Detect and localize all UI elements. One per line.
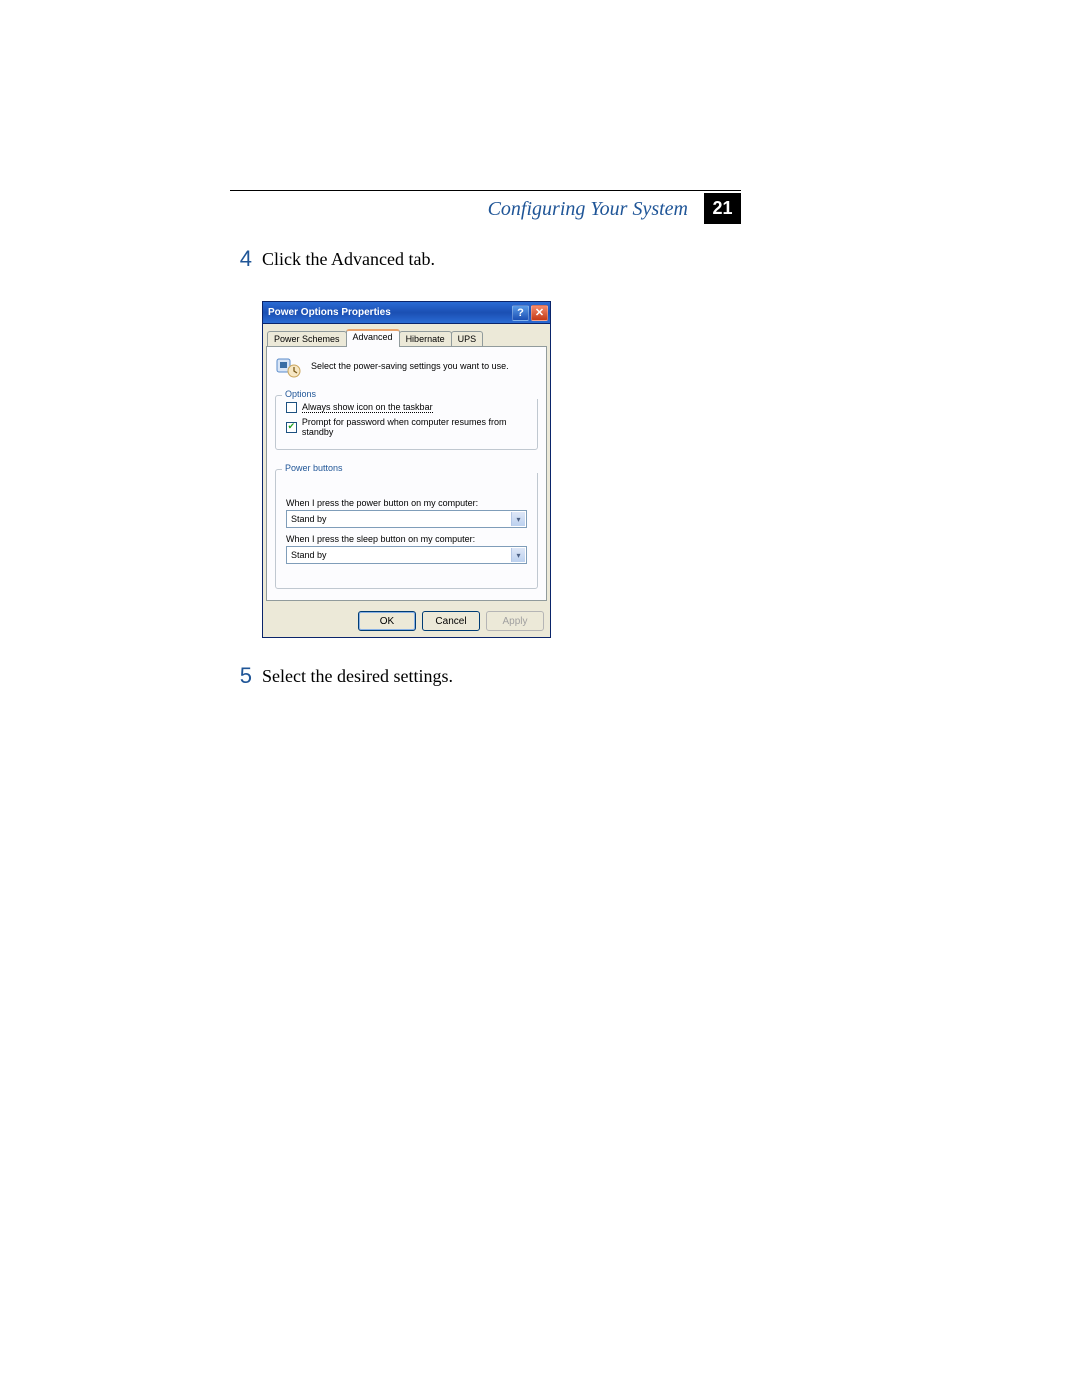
sleep-button-value: Stand by bbox=[287, 550, 327, 560]
power-options-dialog: Power Options Properties ? ✕ Power Schem… bbox=[262, 301, 551, 638]
header-title: Configuring Your System bbox=[488, 198, 688, 221]
help-button[interactable]: ? bbox=[512, 305, 529, 321]
power-icon bbox=[275, 355, 303, 379]
chevron-down-icon: ▾ bbox=[511, 548, 525, 562]
sleep-button-label: When I press the sleep button on my comp… bbox=[276, 534, 537, 544]
step-5: 5 Select the desired settings. bbox=[226, 663, 453, 689]
close-icon: ✕ bbox=[535, 306, 544, 319]
power-buttons-fieldset: Power buttons When I press the power but… bbox=[275, 469, 538, 589]
tab-row: Power Schemes Advanced Hibernate UPS bbox=[267, 329, 482, 347]
chevron-down-icon: ▾ bbox=[511, 512, 525, 526]
power-button-value: Stand by bbox=[287, 514, 327, 524]
tab-panel: Select the power-saving settings you wan… bbox=[266, 346, 547, 601]
step-5-text: Select the desired settings. bbox=[262, 666, 453, 687]
tab-hibernate[interactable]: Hibernate bbox=[399, 331, 452, 347]
dialog-title: Power Options Properties bbox=[268, 307, 510, 318]
password-checkbox[interactable] bbox=[286, 422, 297, 433]
tab-ups[interactable]: UPS bbox=[451, 331, 484, 347]
tab-power-schemes[interactable]: Power Schemes bbox=[267, 331, 347, 347]
step-4-number: 4 bbox=[226, 246, 252, 272]
sleep-button-select[interactable]: Stand by ▾ bbox=[286, 546, 527, 564]
power-buttons-legend: Power buttons bbox=[282, 463, 543, 473]
taskbar-label: Always show icon on the taskbar bbox=[302, 402, 433, 413]
step-4: 4 Click the Advanced tab. bbox=[226, 246, 435, 272]
cancel-button[interactable]: Cancel bbox=[422, 611, 480, 631]
options-legend: Options bbox=[282, 389, 543, 399]
titlebar[interactable]: Power Options Properties ? ✕ bbox=[263, 302, 550, 324]
page-number-badge: 21 bbox=[704, 193, 741, 224]
step-4-text: Click the Advanced tab. bbox=[262, 249, 435, 270]
header-rule bbox=[230, 190, 741, 191]
power-button-label: When I press the power button on my comp… bbox=[276, 498, 537, 508]
tab-advanced[interactable]: Advanced bbox=[346, 329, 400, 347]
step-5-number: 5 bbox=[226, 663, 252, 689]
ok-button[interactable]: OK bbox=[358, 611, 416, 631]
taskbar-checkbox[interactable] bbox=[286, 402, 297, 413]
password-label: Prompt for password when computer resume… bbox=[302, 417, 537, 437]
apply-button[interactable]: Apply bbox=[486, 611, 544, 631]
options-fieldset: Options Always show icon on the taskbar … bbox=[275, 395, 538, 450]
power-button-select[interactable]: Stand by ▾ bbox=[286, 510, 527, 528]
intro-text: Select the power-saving settings you wan… bbox=[311, 361, 509, 371]
close-button[interactable]: ✕ bbox=[531, 305, 548, 321]
